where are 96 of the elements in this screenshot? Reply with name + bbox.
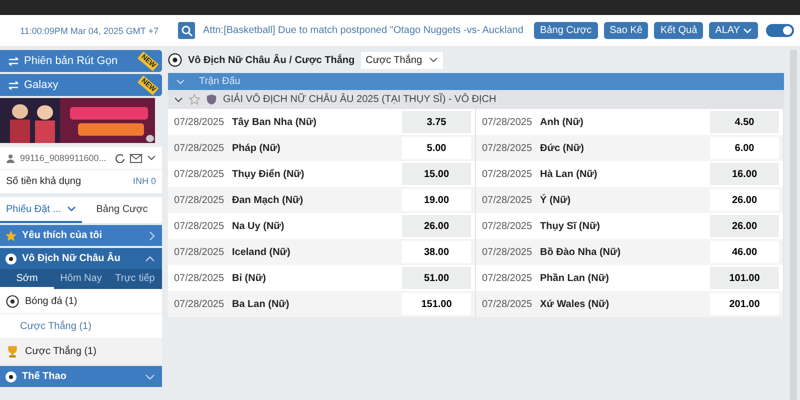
scrollbar[interactable] — [790, 50, 797, 400]
match-date: 07/28/2025 — [482, 168, 534, 180]
time-tab[interactable]: Hôm Nay — [54, 269, 108, 289]
odds-button[interactable]: 46.00 — [710, 241, 779, 263]
match-date: 07/28/2025 — [174, 168, 226, 180]
match-date: 07/28/2025 — [482, 246, 534, 258]
team-name: Ba Lan (Nữ) — [232, 298, 290, 310]
sport-item[interactable]: Cược Thắng (1) — [0, 339, 162, 364]
match-date: 07/28/2025 — [174, 298, 226, 310]
match-date: 07/28/2025 — [482, 298, 534, 310]
star-outline-icon[interactable] — [189, 94, 200, 105]
odds-button[interactable]: 26.00 — [402, 215, 471, 237]
toggle-switch[interactable] — [766, 24, 794, 37]
swap-arrows-icon — [8, 56, 19, 66]
sports-header[interactable]: Thế Thao — [0, 366, 162, 387]
match-date: 07/28/2025 — [174, 142, 226, 154]
odds-button[interactable]: 151.00 — [402, 293, 471, 315]
competition-header[interactable]: GIẢI VÔ ĐỊCH NỮ CHÂU ÂU 2025 (TẠI THỤY SĨ) - VÔ ĐỊCH — [168, 90, 784, 109]
team-name: Hà Lan (Nữ) — [540, 168, 598, 180]
team-name: Đan Mạch (Nữ) — [232, 194, 304, 206]
chevron-down-icon — [145, 374, 155, 380]
odds-button[interactable]: 101.00 — [710, 267, 779, 289]
odds-button[interactable]: 19.00 — [402, 189, 471, 211]
match-date: 07/28/2025 — [174, 220, 226, 232]
match-date: 07/28/2025 — [174, 194, 226, 206]
news-ticker: Attn:[Basketball] Due to match postponed "Otago Nuggets -vs- Auckland — [203, 25, 524, 36]
clock-text: 11:00:09PM Mar 04, 2025 GMT +7 — [20, 26, 160, 36]
chevron-down-icon — [428, 57, 438, 63]
odds-button[interactable]: 26.00 — [710, 189, 779, 211]
match-date: 07/28/2025 — [174, 246, 226, 258]
refresh-icon[interactable] — [115, 153, 125, 163]
match-date: 07/28/2025 — [482, 220, 534, 232]
mail-icon[interactable] — [130, 154, 142, 162]
odds-button[interactable]: 201.00 — [710, 293, 779, 315]
odds-button[interactable]: 15.00 — [402, 163, 471, 185]
version-label: Phiên bản Rút Gọn — [24, 55, 118, 67]
market-dropdown[interactable]: Cược Thắng — [360, 52, 443, 68]
section-label: Trận Đấu — [199, 76, 240, 87]
odds-button[interactable]: 16.00 — [710, 163, 779, 185]
odds-button[interactable]: 38.00 — [402, 241, 471, 263]
user-icon — [6, 154, 15, 162]
team-name: Pháp (Nữ) — [232, 142, 282, 154]
username: 99116_9089911600... — [20, 153, 108, 163]
match-date: 07/28/2025 — [482, 272, 534, 284]
odds-button[interactable]: 3.75 — [402, 111, 471, 133]
header-button[interactable]: Kết Quả — [654, 22, 704, 39]
odds-button[interactable]: 4.50 — [710, 111, 779, 133]
team-name: Thụy Điển (Nữ) — [232, 168, 306, 180]
team-name: Bỉ (Nữ) — [232, 272, 267, 284]
chevron-right-icon — [149, 230, 155, 240]
competition-label: GIẢI VÔ ĐỊCH NỮ CHÂU ÂU 2025 (TẠI THỤY SĨ) - VÔ ĐỊCH — [223, 94, 496, 105]
odds-button[interactable]: 6.00 — [710, 137, 779, 159]
swap-arrows-icon — [8, 80, 19, 90]
time-tab[interactable]: Trực tiếp — [108, 269, 162, 289]
balance-value: INH 0 — [132, 176, 156, 187]
chevron-down-icon — [743, 28, 752, 34]
match-date: 07/28/2025 — [482, 194, 534, 206]
favorites-header[interactable]: Yêu thích của tôi — [0, 225, 162, 246]
team-name: Ý (Nữ) — [540, 194, 572, 206]
sport-item[interactable]: Bóng đá (1) — [0, 289, 162, 314]
team-name: Anh (Nữ) — [540, 116, 584, 128]
odds-button[interactable]: 26.00 — [710, 215, 779, 237]
league-header[interactable]: Vô Địch Nữ Châu Âu — [0, 248, 162, 269]
team-name: Xứ Wales (Nữ) — [540, 298, 610, 310]
team-name: Tây Ban Nha (Nữ) — [232, 116, 318, 128]
match-date: 07/28/2025 — [482, 116, 534, 128]
header-button[interactable]: Bảng Cược — [534, 22, 598, 39]
version-label: Galaxy — [24, 79, 58, 91]
sports-label: Thế Thao — [22, 371, 66, 382]
match-date: 07/28/2025 — [174, 116, 226, 128]
odds-button[interactable]: 51.00 — [402, 267, 471, 289]
team-name: Iceland (Nữ) — [232, 246, 292, 258]
match-date: 07/28/2025 — [482, 142, 534, 154]
trophy-icon — [6, 344, 19, 358]
search-icon — [180, 24, 192, 36]
league-label: Vô Địch Nữ Châu Âu — [22, 253, 120, 264]
team-name: Bồ Đào Nha (Nữ) — [540, 246, 622, 258]
star-icon — [5, 230, 17, 242]
sport-item[interactable]: Cược Thắng (1) — [0, 314, 162, 339]
chevron-down-icon — [176, 78, 185, 84]
balance-label: Số tiền khả dụng — [6, 176, 82, 187]
odds-button[interactable]: 5.00 — [402, 137, 471, 159]
team-name: Thụy Sĩ (Nữ) — [540, 220, 602, 232]
shield-icon — [206, 94, 217, 105]
team-name: Phần Lan (Nữ) — [540, 272, 610, 284]
page-title: Vô Địch Nữ Châu Âu / Cược Thắng — [188, 54, 355, 66]
chevron-down-icon — [174, 96, 183, 102]
search-button[interactable] — [178, 22, 195, 39]
team-name: Đức (Nữ) — [540, 142, 585, 154]
header-button[interactable]: Sao Kê — [604, 22, 648, 39]
chevron-down-icon — [67, 206, 76, 212]
favorites-label: Yêu thích của tôi — [22, 230, 102, 241]
chevron-down-icon[interactable] — [147, 155, 156, 161]
team-name: Na Uy (Nữ) — [232, 220, 286, 232]
header-button[interactable]: ALAY — [709, 22, 758, 39]
match-date: 07/28/2025 — [174, 272, 226, 284]
